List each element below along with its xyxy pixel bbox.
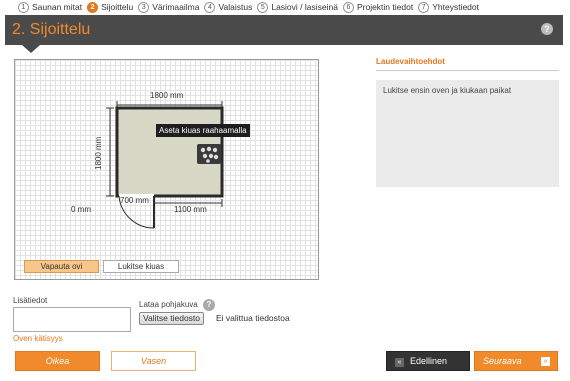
height-label: 1800 mm	[94, 136, 103, 170]
page-title: 2. Sijoittelu	[12, 21, 91, 38]
previous-button[interactable]: « Edellinen	[386, 351, 470, 371]
step-label: Saunan mitat	[32, 2, 83, 12]
width-label: 1800 mm	[150, 91, 184, 100]
door-width-label: 700 mm	[120, 196, 149, 205]
file-status-text: Ei valittua tiedostoa	[216, 313, 290, 323]
step-label: Projektin tiedot	[356, 2, 414, 12]
step-1[interactable]: 1 Saunan mitat	[18, 1, 83, 13]
step-label: Valaistus	[218, 2, 253, 12]
step-navigation: 1 Saunan mitat 2 Sijoittelu 3 Värimaailma 4…	[18, 0, 484, 14]
step-label: Lasiovi / lasiseinä	[271, 2, 338, 12]
step-number: 4	[204, 1, 216, 13]
notes-label: Lisätiedot	[13, 296, 48, 305]
step-3[interactable]: 3 Värimaailma	[138, 1, 200, 13]
right-hinge-button[interactable]: Oikea	[15, 351, 100, 371]
step-label: Värimaailma	[152, 2, 200, 12]
choose-file-button[interactable]: Valitse tiedosto	[139, 312, 205, 325]
help-icon[interactable]: ?	[541, 23, 553, 35]
bench-options-title: Laudevaihtoehdot	[376, 57, 445, 66]
lock-heater-button[interactable]: Lukitse kiuas	[103, 260, 179, 273]
release-door-button[interactable]: Vapauta ovi	[24, 260, 99, 273]
heater-icon[interactable]	[197, 144, 221, 164]
next-button[interactable]: Seuraava »	[474, 351, 558, 371]
step-number: 1	[18, 1, 29, 13]
divider	[376, 70, 559, 71]
door-hinge-link[interactable]: Oven kätisyys	[13, 334, 63, 343]
step-2[interactable]: 2 Sijoittelu	[87, 1, 134, 13]
step-label: Sijoittelu	[101, 2, 134, 12]
step-5[interactable]: 5 Lasiovi / lasiseinä	[257, 1, 338, 13]
chevron-right-icon: »	[541, 357, 550, 366]
upload-label: Lataa pohjakuva	[139, 300, 198, 309]
floor-plan-canvas[interactable]: 1800 mm 1800 mm 700 mm 1100 mm 0 mm	[14, 59, 319, 280]
left-hinge-button[interactable]: Vasen	[111, 351, 196, 371]
step-6[interactable]: 6 Projektin tiedot	[342, 1, 414, 13]
previous-label: Edellinen	[410, 356, 448, 366]
heater-tooltip: Aseta kiuas raahaamalla	[156, 124, 250, 137]
bench-options-message: Lukitse ensin oven ja kiukaan paikat	[383, 86, 512, 95]
next-label: Seuraava	[483, 356, 522, 366]
header-notch	[22, 45, 40, 53]
help-icon[interactable]: ?	[203, 299, 215, 311]
step-number: 7	[418, 1, 430, 13]
step-number: 6	[342, 1, 354, 13]
notes-textarea[interactable]	[13, 307, 131, 332]
chevron-left-icon: «	[395, 358, 404, 367]
step-number: 5	[257, 1, 269, 13]
step-4[interactable]: 4 Valaistus	[204, 1, 253, 13]
bench-options-panel: Lukitse ensin oven ja kiukaan paikat	[376, 80, 559, 187]
step-7[interactable]: 7 Yhteystiedot	[418, 1, 479, 13]
step-number: 2	[87, 1, 99, 13]
wall-right-label: 1100 mm	[174, 205, 207, 214]
step-number: 3	[138, 1, 150, 13]
offset-label: 0 mm	[71, 205, 91, 214]
page-header: 2. Sijoittelu ?	[5, 15, 563, 45]
step-label: Yhteystiedot	[432, 2, 479, 12]
